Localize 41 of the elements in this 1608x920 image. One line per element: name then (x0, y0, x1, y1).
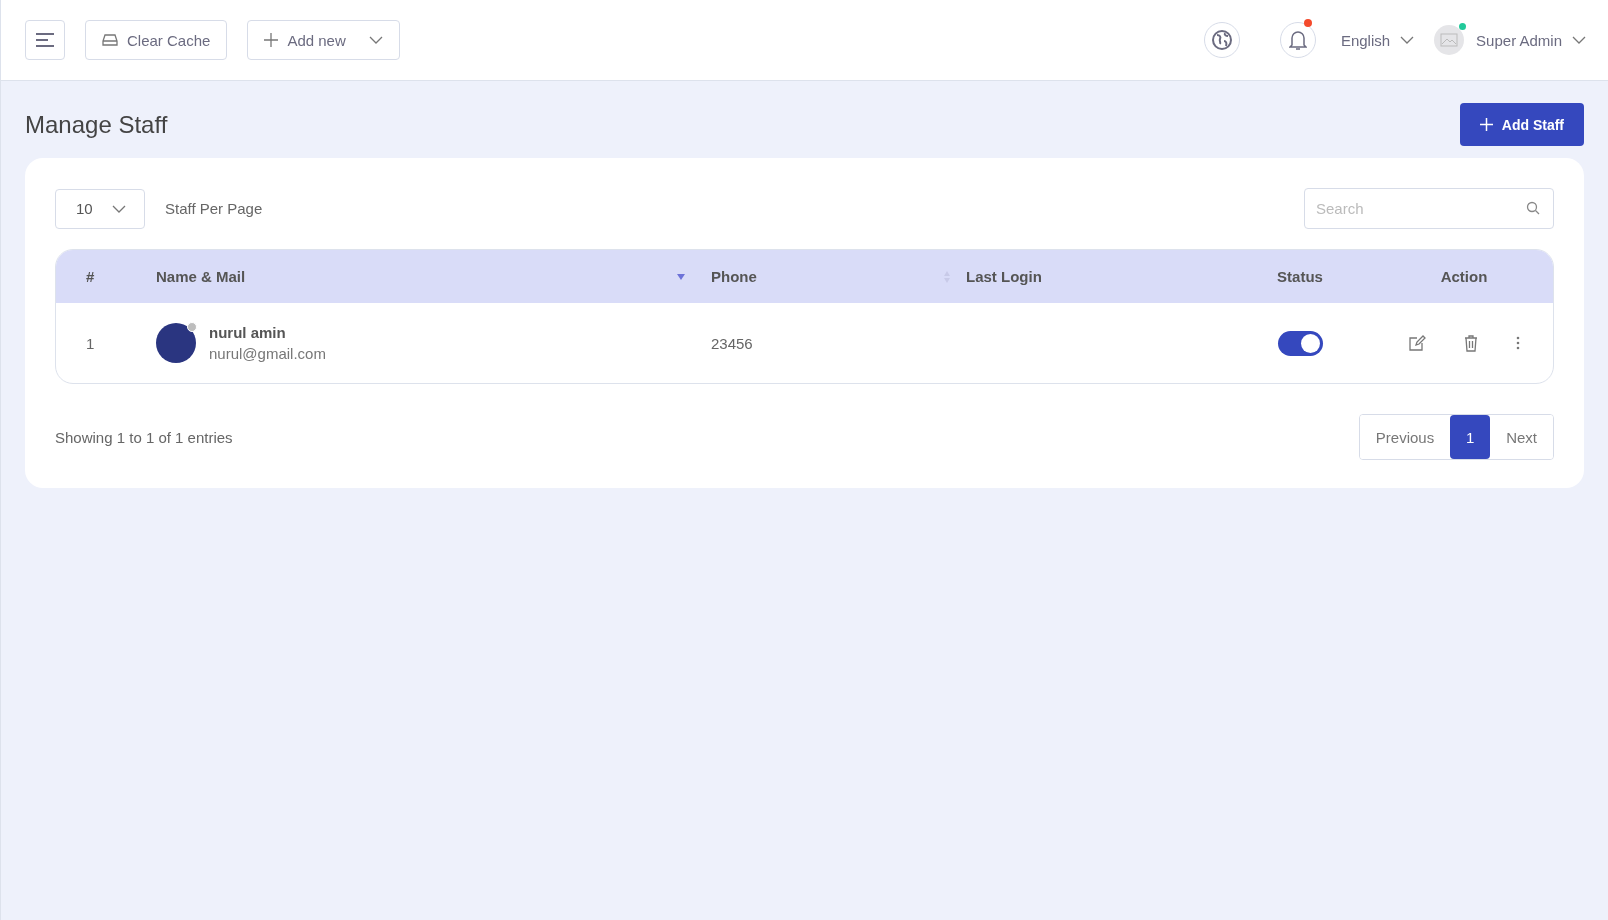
menu-button[interactable] (25, 20, 65, 60)
column-header[interactable]: Action (1440, 268, 1488, 285)
chevron-down-icon (112, 204, 126, 213)
add-staff-button[interactable]: Add Staff (1459, 103, 1584, 146)
notification-button[interactable] (1279, 22, 1316, 58)
language-dropdown[interactable]: English (1340, 31, 1415, 49)
add-new-dropdown[interactable]: Add new (247, 20, 400, 60)
page-title: Manage Staff (25, 110, 168, 139)
column-header[interactable]: Phone (711, 268, 757, 285)
drive-icon (102, 33, 118, 47)
globe-button[interactable] (1203, 22, 1240, 58)
globe-icon (1210, 29, 1233, 51)
plus-icon (264, 33, 279, 47)
status-toggle[interactable] (1277, 330, 1323, 356)
chevron-down-icon (1572, 36, 1586, 44)
per-page-select[interactable]: 10 (55, 188, 145, 229)
per-page-label: Staff Per Page (165, 200, 263, 217)
trash-icon[interactable] (1464, 334, 1478, 352)
sort-descending-icon[interactable] (676, 272, 686, 281)
menu-icon (35, 32, 55, 48)
column-header[interactable]: Name & Mail (156, 268, 246, 285)
chevron-down-icon (1400, 36, 1415, 44)
column-header[interactable]: # (86, 268, 95, 285)
staff-email: nurul@gmail.com (209, 345, 326, 362)
row-number: 1 (86, 334, 95, 352)
page-button[interactable]: 1 (1450, 415, 1491, 459)
clear-cache-button[interactable]: Clear Cache (85, 20, 228, 60)
staff-name: nurul amin (209, 324, 287, 341)
user-menu[interactable]: Super Admin (1434, 25, 1586, 55)
plus-icon (1479, 118, 1493, 131)
search-icon (1526, 201, 1540, 215)
chevron-down-icon (368, 36, 383, 44)
search-field[interactable]: Search (1304, 188, 1554, 229)
more-options-icon[interactable] (1516, 336, 1520, 350)
column-header[interactable]: Last Login (966, 268, 1042, 285)
edit-icon[interactable] (1408, 334, 1426, 352)
phone-cell: 23456 (711, 334, 753, 352)
bell-icon (1288, 29, 1307, 51)
entries-summary: Showing 1 to 1 of 1 entries (55, 428, 233, 446)
column-header[interactable]: Status (1277, 268, 1323, 285)
image-icon (1440, 33, 1459, 47)
